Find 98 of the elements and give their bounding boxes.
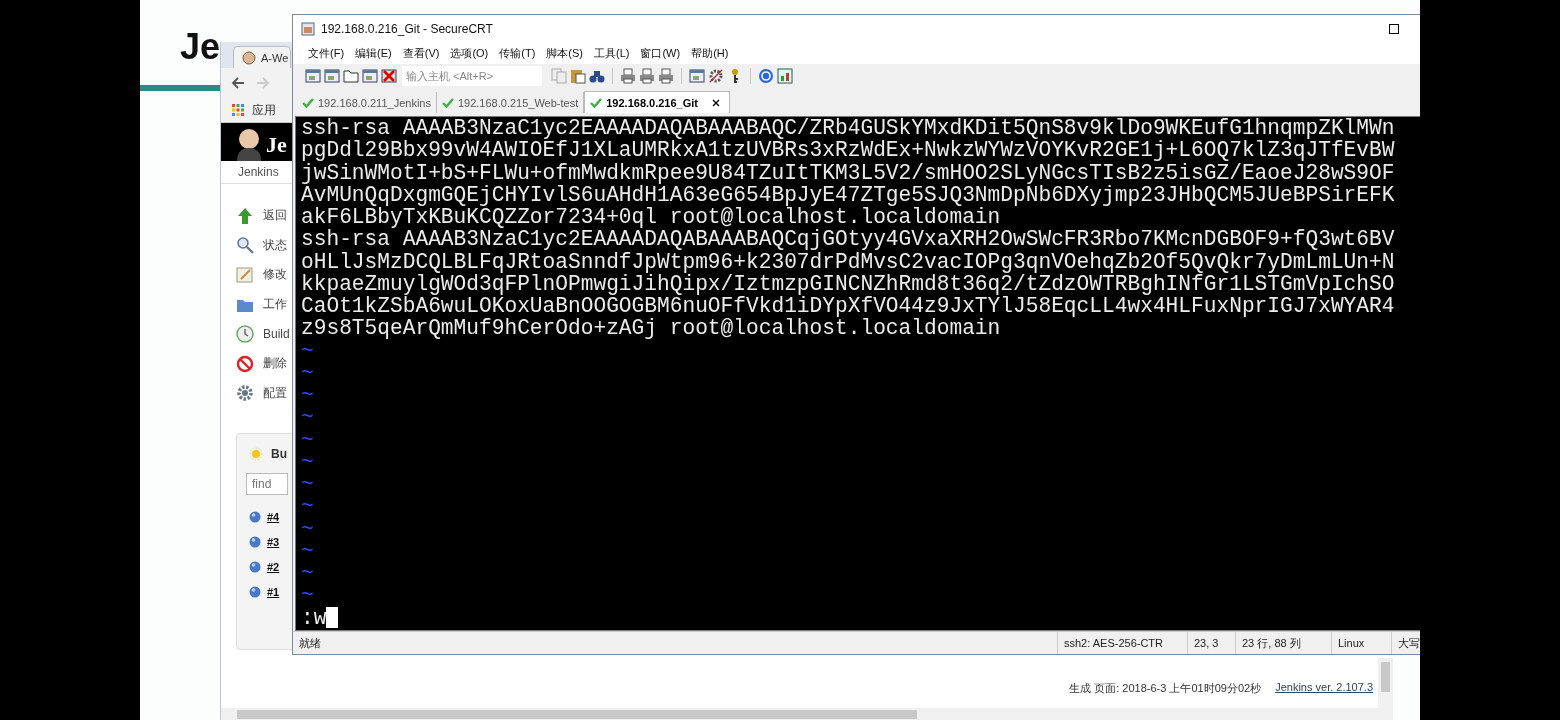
terminal-line: ssh-rsa AAAAB3NzaC1yc2EAAAADAQABAAABAQC/ZRb4GUSkYMxdKDit5QnS8v9klDo9WKEufG1hnqmpZKlMWn: [301, 117, 1396, 140]
vertical-scrollbar[interactable]: [1378, 658, 1393, 708]
terminal-line: ssh-rsa AAAAB3NzaC1yc2EAAAADAQABAAABAQCqjGOtyy4GVxaXRH2OwSWcFR3Rbo7KMcnDGBOF9+fQ3wt6BV: [301, 228, 1396, 251]
terminal-line: z9s8T5qeArQmMuf9hCerOdo+zAGj root@localhost.localdomain: [301, 317, 1001, 340]
empty-line-marker: ~: [301, 360, 314, 385]
back-icon[interactable]: [230, 75, 246, 91]
menu-item[interactable]: 帮助(H): [691, 45, 729, 61]
printer-icon[interactable]: [639, 68, 655, 84]
avatar-icon: [234, 127, 264, 161]
window-icon[interactable]: [305, 68, 321, 84]
generated-text: 生成 页面: 2018-6-3 上午01时09分02秒: [1069, 681, 1262, 696]
menu-item[interactable]: 文件(F): [308, 45, 345, 61]
menu-item[interactable]: 查看(V): [402, 45, 440, 61]
check-icon: [302, 97, 314, 108]
empty-line-marker: ~: [301, 383, 314, 407]
window-icon[interactable]: [689, 68, 705, 84]
clipboard-icon[interactable]: [570, 68, 586, 84]
horizontal-scrollbar[interactable]: [221, 708, 1393, 720]
build-number-link[interactable]: #1: [267, 585, 280, 598]
cursor: [326, 607, 339, 629]
search-icon: [236, 236, 254, 255]
window-icon: [301, 21, 315, 36]
help-icon[interactable]: [758, 68, 774, 84]
prohibited-icon: [236, 354, 254, 373]
menu-item[interactable]: 传输(T): [499, 45, 536, 61]
status-field: 23, 3: [1187, 632, 1235, 654]
binoculars-icon[interactable]: [589, 68, 605, 84]
status-field: 23 行, 88 列: [1235, 632, 1331, 654]
window-title: 192.168.0.216_Git - SecureCRT: [321, 21, 493, 36]
status-ball-icon: [249, 510, 261, 523]
panel-title: Bu: [271, 447, 287, 462]
terminal[interactable]: [295, 116, 1420, 631]
session-tab[interactable]: 192.168.0.216_Git: [584, 91, 730, 113]
check-icon: [441, 97, 454, 108]
terminal-line: kkpaeZmuylgWOd3qFPlnOPmwgiJihQipx/IztmzpGINCNZhRmd8t36q2/tZdzOWTRBghINfGr1LSTGmVpIchSO: [301, 272, 1396, 295]
sidebar-link[interactable]: 工作: [263, 296, 287, 314]
empty-line-marker: ~: [301, 338, 314, 363]
status-field: Linux: [1331, 632, 1391, 654]
build-number-link[interactable]: #3: [267, 535, 280, 548]
up-arrow-icon: [236, 206, 254, 225]
printer-icon[interactable]: [620, 68, 636, 84]
terminal-line: AvMUnQqDxgmGQEjCHYIvlS6uAHdH1A63eG654BpJyE47ZTge5SJQ3NmDpNb6DXyjmp23JHbQCM5JUeBPSirEFK: [301, 183, 1396, 206]
status-field: 就绪: [293, 632, 1057, 654]
menu-item[interactable]: 脚本(S): [546, 45, 583, 61]
sidebar-link[interactable]: 删除: [263, 355, 287, 373]
empty-line-marker: ~: [301, 516, 314, 541]
empty-line-marker: ~: [301, 472, 314, 496]
terminal-line: akF6LBbyTxKBuKCQZZor7234+0ql root@localhost.localdomain: [301, 206, 1001, 229]
empty-line-marker: ~: [301, 494, 314, 519]
gear-icon: [236, 384, 254, 403]
window-icon[interactable]: [362, 68, 378, 84]
bookmark-link[interactable]: 应用: [252, 101, 276, 119]
session-tab[interactable]: 192.168.0.211_Jenkins: [297, 92, 437, 113]
window-icon[interactable]: [324, 68, 340, 84]
clock-icon: [236, 325, 254, 344]
empty-line-marker: ~: [301, 538, 314, 563]
sidebar-link[interactable]: 修改: [263, 266, 287, 284]
status-ball-icon: [249, 585, 261, 598]
command-line: :w: [301, 606, 327, 629]
sidebar-link[interactable]: Build: [263, 327, 290, 342]
empty-line-marker: ~: [301, 583, 314, 608]
printer-icon[interactable]: [658, 68, 674, 84]
empty-line-marker: ~: [301, 561, 314, 585]
menu-item[interactable]: 选项(O): [450, 45, 489, 61]
terminal-line: jwSinWMotI+bS+FLWu+ofmMwdkmRpee9U84TZuItTKM3L5V2/smHOO2SLyNGcsTIsB2z5isGZ/EaoeJ28wS9OF: [301, 161, 1396, 184]
sun-icon: [249, 447, 263, 462]
menu-item[interactable]: 编辑(E): [355, 45, 392, 61]
sidebar-link[interactable]: 配置: [263, 384, 287, 402]
breadcrumb-link[interactable]: Jenkins: [238, 165, 279, 179]
close-icon[interactable]: [712, 98, 720, 107]
chart-icon[interactable]: [777, 68, 793, 84]
empty-line-marker: ~: [301, 427, 314, 452]
sidebar-link[interactable]: 状态: [263, 236, 287, 254]
menu-item[interactable]: 窗口(W): [640, 45, 681, 61]
terminal-line: oHLlJsMzDCQLBLFqJRtoaSnndfJpWtpm96+k2307drPdMvsC2vacIOPg3qnVOehqZb2Of5QvQkr7yDmLmLUn+N: [301, 250, 1396, 273]
avatar-icon: [242, 50, 256, 65]
terminal-line: pgDdl29Bbx99vW4AWIOEfJ1XLaUMRkxA1tzUVBRs3xRzWdEx+NwkzWYWzVOYKvR2GE1j+L6OQ7klZ3qJTfEvBW: [301, 139, 1396, 162]
maximize-icon[interactable]: [1389, 23, 1399, 34]
build-number-link[interactable]: #4: [267, 510, 280, 523]
host-field[interactable]: 输入主机 <Alt+R>: [402, 66, 542, 86]
version-link[interactable]: Jenkins ver. 2.107.3: [1275, 681, 1373, 696]
status-ball-icon: [249, 535, 261, 548]
search-field[interactable]: find: [246, 473, 288, 496]
check-icon: [590, 97, 603, 108]
menu-item[interactable]: 工具(L): [594, 45, 630, 61]
build-number-link[interactable]: #2: [267, 560, 280, 573]
notepad-icon: [236, 266, 254, 284]
sidebar-link[interactable]: 返回: [263, 207, 287, 225]
slide-title: Je: [180, 26, 221, 68]
empty-line-marker: ~: [301, 405, 314, 430]
terminal-line: CaOt1kZSbA6wuLOKoxUaBnOOGOGBM6nuOFfVkd1iDYpXfVO44z9JxTYlJ58EqcLL4wx4HLFuxNprIGJ7xWYAR4: [301, 295, 1396, 318]
empty-line-marker: ~: [301, 449, 314, 474]
apps-grid-icon[interactable]: [232, 104, 244, 116]
status-field: ssh2: AES-256-CTR: [1057, 632, 1187, 654]
browser-tab[interactable]: A-We: [233, 46, 291, 68]
logo-text: Je: [266, 131, 287, 159]
status-ball-icon: [249, 560, 261, 573]
gear-icon[interactable]: [708, 68, 724, 84]
